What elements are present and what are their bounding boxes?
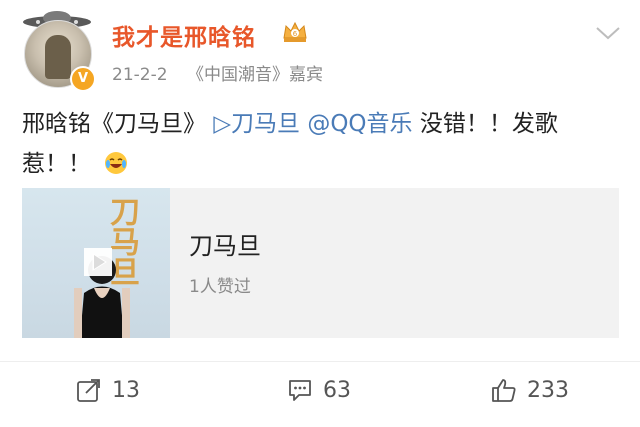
album-cover[interactable]: 刀马旦 [22,188,170,338]
comment-button[interactable]: 63 [287,374,351,406]
verified-badge-icon: V [70,66,96,92]
weibo-post: V 我才是邢晗铭 6 21-2-2 《中国潮音》嘉宾 邢晗铭《刀马旦》 ▷刀马旦… [0,0,640,427]
like-button[interactable]: 233 [491,374,569,406]
repost-count: 13 [112,377,140,403]
thumbs-up-icon [492,379,516,402]
post-meta: 21-2-2 《中国潮音》嘉宾 [112,60,323,85]
svg-text:6: 6 [293,30,298,38]
mention-link[interactable]: @QQ音乐 [307,111,412,137]
card-subtitle: 1人赞过 [189,277,251,297]
content-text: 邢晗铭《刀马旦》 [22,111,206,137]
username[interactable]: 我才是邢晗铭 [112,18,256,52]
crown-icon[interactable]: 6 [282,20,308,44]
repost-button[interactable]: 13 [76,374,140,406]
music-card[interactable]: 刀马旦 刀马旦 1人赞过 [22,188,619,338]
divider [0,361,640,362]
music-link[interactable]: ▷刀马旦 [213,111,300,137]
avatar-figure [45,35,71,79]
avatar-container[interactable]: V [18,10,96,92]
post-content: 邢晗铭《刀马旦》 ▷刀马旦 @QQ音乐 没错！！发歌惹！！ [22,104,622,184]
post-source: 《中国潮音》嘉宾 [186,65,323,85]
card-title[interactable]: 刀马旦 [189,226,261,261]
play-icon[interactable] [84,248,112,276]
laughing-crying-emoji-icon [105,152,128,174]
repost-icon [77,379,100,402]
like-count: 233 [527,377,569,403]
comment-count: 63 [323,377,351,403]
chevron-down-icon[interactable] [594,24,622,42]
post-date: 21-2-2 [112,65,168,85]
comment-icon [289,380,311,401]
